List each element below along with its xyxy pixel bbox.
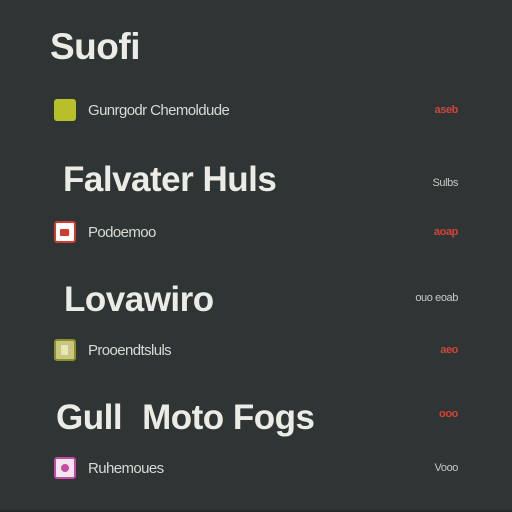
list-item-label: Gunrgodr Chemoldude [88,102,230,119]
list-item-label: Prooendtsluls [88,342,172,359]
red-image-icon [54,221,76,243]
list-item[interactable]: Podoemoo aoap [0,221,512,247]
section-heading-part: Moto Fogs [142,398,315,437]
section-heading: Gull Moto Fogs [56,398,315,438]
section-heading-part: Gull [56,398,123,437]
page-title: Suofi [50,26,140,67]
list-item-label: Ruhemoues [88,460,164,477]
pink-app-icon [54,457,76,479]
list-item[interactable]: Ruhemoues Vooo [0,457,512,483]
list-item[interactable]: Gunrgodr Chemoldude aseb [0,99,512,125]
section-meta: ouo eoab [415,292,458,304]
section-meta: ooo [439,408,458,420]
document-icon [54,339,76,361]
list-item-label: Podoemoo [88,224,156,241]
section-meta: Sulbs [432,177,458,189]
list-item[interactable]: Prooendtsluls aeo [0,339,512,365]
section-heading: Falvater Huls [63,160,277,199]
section-heading: Lovawiro [64,280,214,319]
list-item-meta: Vooo [434,462,459,474]
list-item-meta: aseb [434,104,459,116]
olive-square-icon [54,99,76,121]
list-item-meta: aeo [440,344,458,356]
list-item-meta: aoap [433,226,458,238]
